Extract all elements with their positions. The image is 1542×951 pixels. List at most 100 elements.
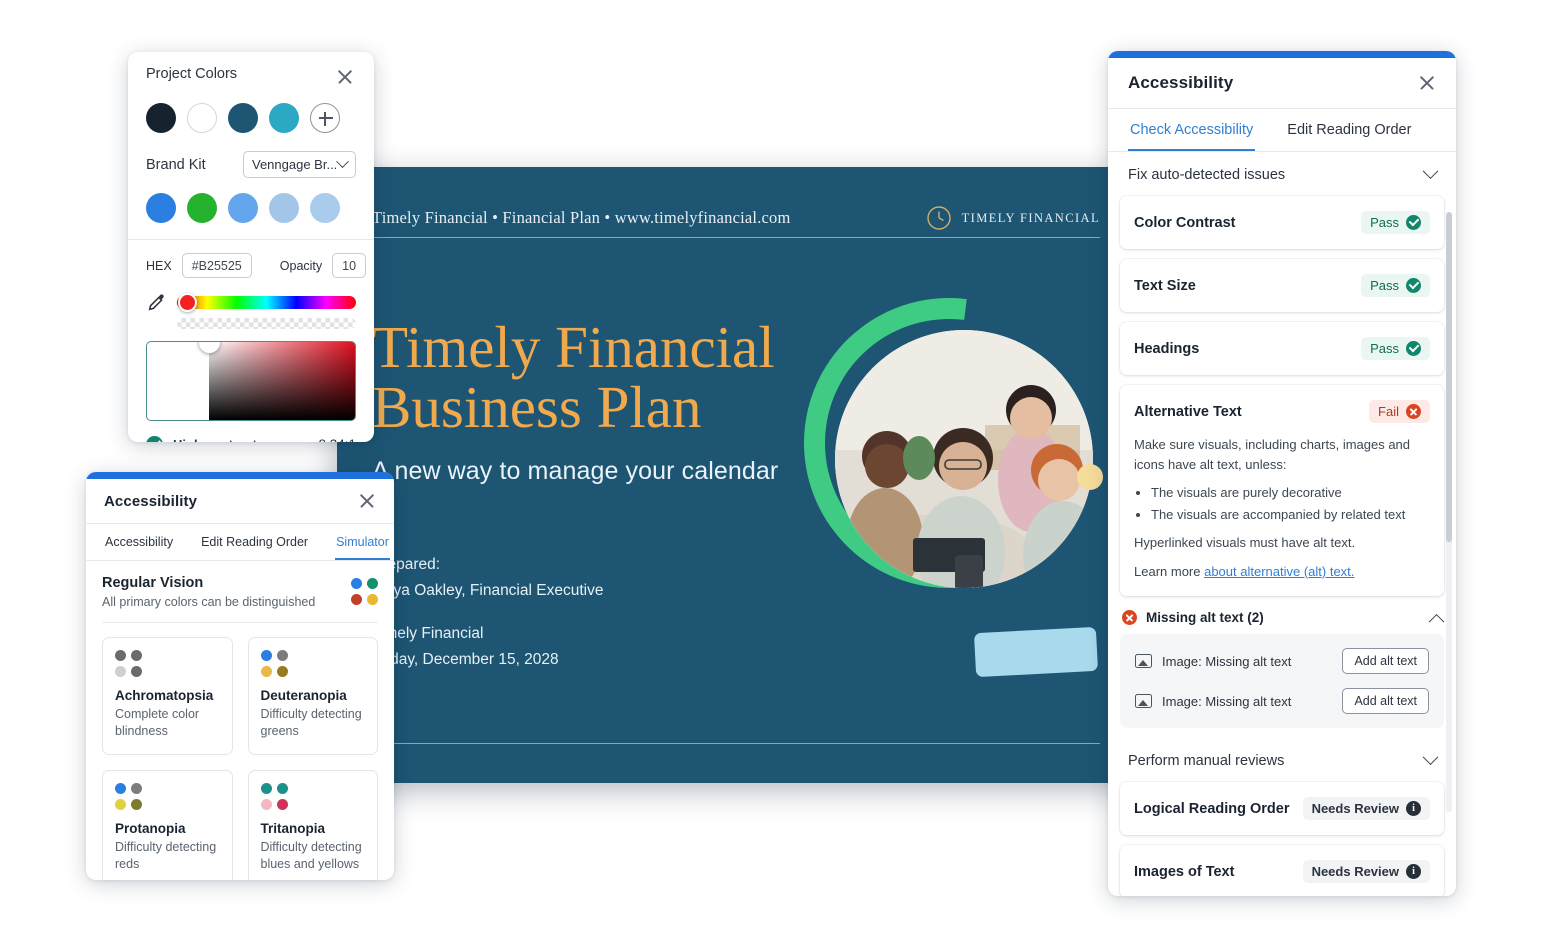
brand-swatch[interactable] [146,193,176,223]
auto-issues-section-header[interactable]: Fix auto-detected issues [1108,152,1456,196]
alpha-slider[interactable] [177,318,356,329]
yellow-dot-decoration [1077,464,1103,490]
simulator-card-desc: Complete color blindness [115,707,200,738]
deuteranopia-dots [260,650,366,677]
slide-logo: TIMELY FINANCIAL [926,205,1100,231]
simulator-card-title: Achromatopsia [115,688,214,703]
brand-kit-select[interactable]: Venngage Br... [243,151,356,178]
simulator-card-tritanopia[interactable]: Tritanopia Difficulty detecting blues an… [247,769,378,880]
alt-bullet: The visuals are purely decorative [1151,483,1430,503]
close-icon[interactable] [356,490,378,512]
missing-alt-text-title: Missing alt text (2) [1146,610,1264,625]
slide-logo-name: TIMELY FINANCIAL [961,210,1100,225]
brand-kit-value: Venngage Br... [252,157,338,172]
missing-item-label: Image: Missing alt text [1162,693,1292,709]
project-swatch[interactable] [228,103,258,133]
close-icon[interactable] [1416,72,1438,94]
scrollbar-thumb[interactable] [1446,212,1452,542]
add-alt-text-button[interactable]: Add alt text [1342,688,1429,714]
error-circle-icon [1406,404,1421,419]
brand-swatch[interactable] [228,193,258,223]
status-label: Pass [1370,278,1399,293]
blue-rect-decoration [973,626,1099,678]
tab-accessibility[interactable]: Accessibility [104,524,174,560]
project-swatch[interactable] [187,103,217,133]
achromatopsia-dots [115,650,220,677]
check-circle-icon [1406,341,1421,356]
hex-label: HEX [146,258,172,273]
simulator-card-protanopia[interactable]: Protanopia Difficulty detecting reds [102,769,233,880]
alt-learn-more: Learn more about alternative (alt) text. [1134,562,1430,582]
check-card-color-contrast[interactable]: Color Contrast Pass [1120,196,1444,249]
project-colors-title: Project Colors [146,66,238,82]
hue-slider-handle[interactable] [178,292,197,312]
status-label: Fail [1378,404,1399,419]
slide-prepared-by: Maya Oakley, Financial Executive [372,581,604,599]
add-alt-text-button[interactable]: Add alt text [1342,648,1429,674]
add-color-button[interactable] [310,103,340,133]
hue-slider[interactable] [177,292,356,312]
accessibility-panel[interactable]: Accessibility Check Accessibility Edit R… [1108,51,1456,896]
team-photo[interactable] [835,330,1093,588]
check-card-images-of-text[interactable]: Images of Text Needs Review i [1120,845,1444,896]
alt-text-description: Make sure visuals, including charts, ima… [1134,435,1430,581]
opacity-input[interactable]: 10 [332,253,367,278]
chevron-down-icon [1422,162,1439,179]
check-circle-icon [1406,215,1421,230]
tab-edit-reading-order[interactable]: Edit Reading Order [1285,109,1413,151]
status-badge: Pass [1361,337,1430,360]
saturation-value-field[interactable] [146,341,356,421]
slide-date: Friday, December 15, 2028 [372,650,559,668]
accessibility-scroll-area: Fix auto-detected issues Color Contrast … [1108,152,1456,896]
project-swatch[interactable] [146,103,176,133]
simulator-card-deuteranopia[interactable]: Deuteranopia Difficulty detecting greens [247,637,378,755]
tab-simulator[interactable]: Simulator [335,524,390,560]
auto-issues-label: Fix auto-detected issues [1128,167,1286,183]
opacity-label: Opacity [279,258,323,273]
check-card-alternative-text[interactable]: Alternative Text Fail Make sure visuals,… [1120,385,1444,596]
brand-swatch[interactable] [269,193,299,223]
list-item[interactable]: Image: Missing alt text Add alt text [1127,641,1437,681]
list-item[interactable]: Image: Missing alt text Add alt text [1127,681,1437,721]
hex-input[interactable]: #B25525 [181,253,252,278]
slide-subtitle: A new way to manage your calendar [372,457,779,485]
manual-reviews-section-header[interactable]: Perform manual reviews [1108,738,1456,782]
status-label: Needs Review [1311,801,1399,816]
slide-meta: Prepared: Maya Oakley, Financial Executi… [372,552,603,672]
scrollbar-track[interactable] [1446,212,1452,812]
project-colors-panel[interactable]: Project Colors Brand Kit Venngage Br... [128,52,374,442]
protanopia-dots [115,782,220,810]
brand-swatch[interactable] [187,193,217,223]
alt-text-help-link[interactable]: about alternative (alt) text. [1204,564,1354,579]
check-name: Headings [1134,340,1200,357]
brand-swatch-row [146,193,356,223]
chevron-down-icon [1422,748,1439,765]
simulator-divider [102,622,378,623]
check-card-text-size[interactable]: Text Size Pass [1120,259,1444,312]
slide-preview[interactable]: Timely Financial • Financial Plan • www.… [337,167,1135,783]
image-icon [1135,654,1152,668]
info-icon[interactable]: i [1406,801,1421,816]
check-card-headings[interactable]: Headings Pass [1120,322,1444,375]
project-swatch[interactable] [269,103,299,133]
close-icon[interactable] [334,66,356,88]
missing-alt-text-list: Image: Missing alt text Add alt text Ima… [1120,634,1444,728]
tritanopia-dots [260,782,366,810]
missing-alt-text-block: Missing alt text (2) Image: Missing alt … [1120,606,1445,728]
eyedropper-icon[interactable] [146,291,168,313]
check-name: Color Contrast [1134,214,1236,231]
missing-alt-text-header[interactable]: Missing alt text (2) [1120,606,1445,634]
tab-edit-reading-order[interactable]: Edit Reading Order [200,524,309,560]
status-badge: Fail [1369,400,1430,423]
regular-vision-row: Regular Vision All primary colors can be… [102,575,378,609]
simulator-panel[interactable]: Accessibility Accessibility Edit Reading… [86,472,394,880]
simulator-card-achromatopsia[interactable]: Achromatopsia Complete color blindness [102,637,233,755]
tab-check-accessibility[interactable]: Check Accessibility [1128,109,1256,151]
check-card-logical-reading-order[interactable]: Logical Reading Order Needs Review i [1120,782,1444,835]
check-name: Alternative Text [1134,403,1242,420]
brand-swatch[interactable] [310,193,340,223]
contrast-label: High contrast [173,437,257,442]
info-icon[interactable]: i [1406,864,1421,879]
status-badge: Needs Review i [1302,860,1430,883]
alt-note: Hyperlinked visuals must have alt text. [1134,535,1356,550]
